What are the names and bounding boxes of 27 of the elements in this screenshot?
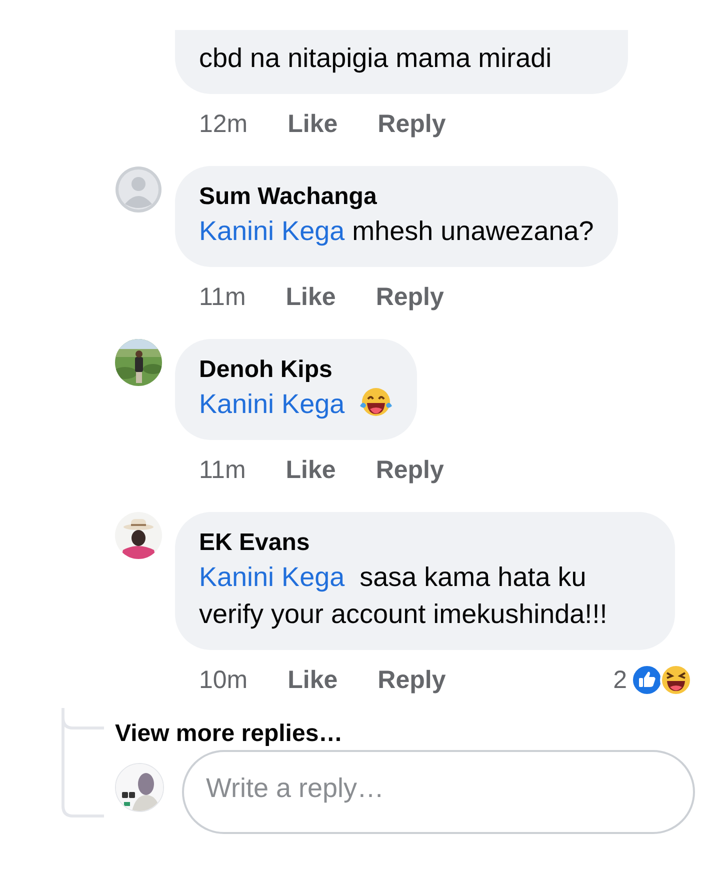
like-button[interactable]: Like xyxy=(288,666,338,694)
mention-link[interactable]: Kanini Kega xyxy=(199,216,345,246)
like-button[interactable]: Like xyxy=(288,110,338,138)
author-name[interactable]: Denoh Kips xyxy=(199,354,393,386)
comment-text: Kanini Kega mhesh unawezana? xyxy=(199,215,594,248)
reply-button[interactable]: Reply xyxy=(378,666,446,694)
comment-time: 12m xyxy=(199,110,248,138)
view-more-replies-link[interactable]: View more replies… xyxy=(115,718,343,750)
mention-link[interactable]: Kanini Kega xyxy=(199,562,345,592)
comment-text: Kanini Kega sasa kama hata ku verify your account imekushinda!!! xyxy=(199,561,608,631)
like-reaction-icon xyxy=(631,664,663,696)
author-name[interactable]: EK Evans xyxy=(199,527,651,559)
comment-time: 11m xyxy=(199,456,246,484)
comment-time: 10m xyxy=(199,666,248,694)
reaction-count: 2 xyxy=(613,666,627,694)
mention-link[interactable]: Kanini Kega xyxy=(199,389,345,419)
comment-time: 11m xyxy=(199,282,246,312)
reply-field[interactable]: Write a reply… xyxy=(182,750,695,834)
reply-button[interactable]: Reply xyxy=(376,456,444,484)
author-name[interactable]: Sum Wachanga xyxy=(199,181,594,213)
like-button[interactable]: Like xyxy=(286,282,336,312)
like-button[interactable]: Like xyxy=(286,456,336,484)
haha-reaction-icon xyxy=(660,664,692,696)
reply-button[interactable]: Reply xyxy=(376,282,444,312)
comment-text: cbd na nitapigia mama miradi xyxy=(199,42,552,75)
reply-button[interactable]: Reply xyxy=(378,110,446,138)
avatar-icon xyxy=(115,166,162,213)
